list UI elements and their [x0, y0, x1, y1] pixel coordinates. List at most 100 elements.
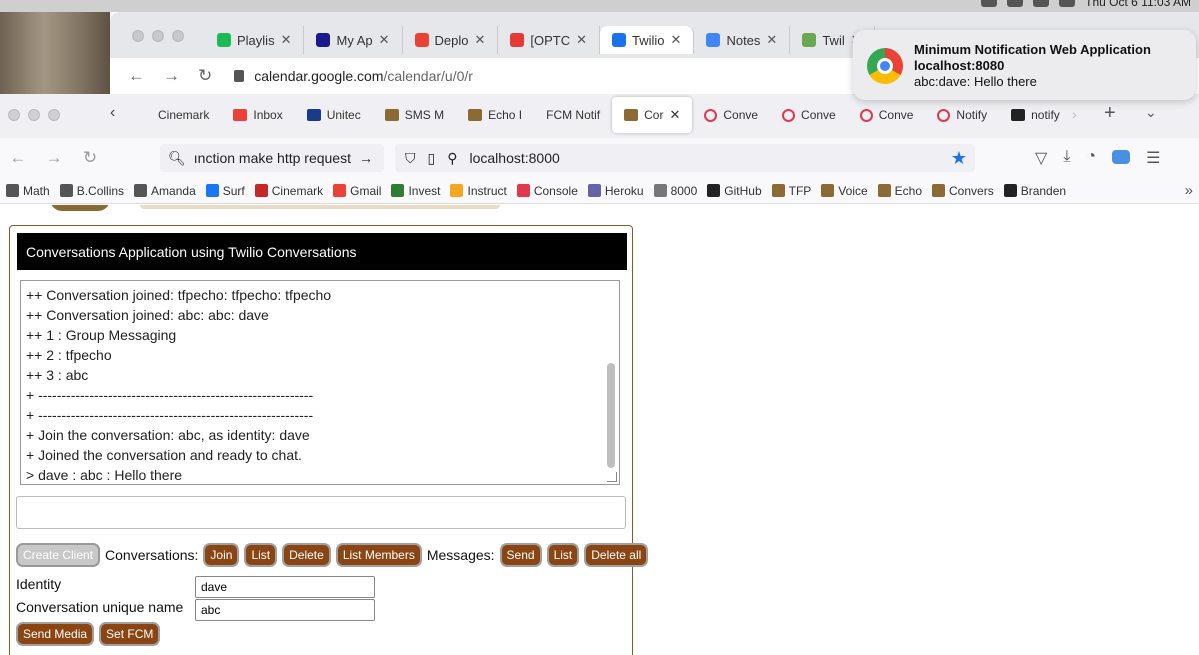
scroll-tabs-left-icon[interactable]: ‹ [110, 104, 115, 122]
firefox-address-bar[interactable]: ⛉ ▯ ⚲ localhost:8000 ★ [395, 144, 975, 172]
bookmark-item[interactable]: Amanda [134, 184, 196, 198]
log-scrollbar[interactable] [607, 363, 615, 468]
message-log-textarea[interactable]: ++ Conversation joined: tfpecho: tfpecho… [20, 280, 620, 485]
bookmark-item[interactable]: B.Collins [59, 184, 124, 198]
list-messages-button[interactable]: List [546, 543, 580, 567]
battery-icon[interactable] [1033, 0, 1050, 7]
bookmark-favicon-icon [134, 184, 148, 197]
bookmark-item[interactable]: Math [6, 184, 50, 198]
bookmark-favicon-icon [333, 184, 347, 197]
spotlight-search-icon[interactable] [1059, 0, 1076, 7]
zoom-window-button[interactable] [48, 109, 60, 121]
bookmark-item[interactable]: Heroku [587, 184, 644, 198]
firefox-tab[interactable]: FCM Notif [534, 97, 612, 133]
list-all-tabs-chevron-icon[interactable]: ⌄ [1145, 104, 1157, 121]
downloads-icon[interactable]: ⤓ [1063, 148, 1070, 168]
close-tab-icon[interactable]: ✕ [766, 32, 777, 48]
page-info-icon[interactable]: ▯ [428, 150, 436, 167]
chrome-notification[interactable]: Minimum Notification Web Application loc… [853, 30, 1196, 100]
close-window-button[interactable] [8, 109, 20, 121]
close-tab-icon[interactable]: ✕ [576, 32, 587, 48]
bookmark-item[interactable]: Gmail [333, 184, 381, 198]
firefox-tab[interactable]: Inbox [221, 97, 294, 133]
pocket-icon[interactable]: ▽ [1035, 148, 1047, 168]
firefox-tab[interactable]: Notify [925, 97, 999, 133]
tab-label: My Ap [336, 32, 373, 48]
close-tab-icon[interactable]: ✕ [474, 32, 485, 48]
send-media-button[interactable]: Send Media [16, 622, 95, 646]
bookmark-item[interactable]: Console [516, 184, 578, 198]
join-button[interactable]: Join [203, 543, 240, 567]
zoom-window-button[interactable] [172, 30, 184, 42]
chrome-tab[interactable]: My Ap ✕ [304, 26, 403, 54]
chrome-tab[interactable]: Playlis ✕ [205, 26, 305, 54]
zoom-extension-icon[interactable] [1112, 150, 1131, 164]
back-arrow-icon[interactable]: ← [0, 148, 36, 168]
close-tab-icon[interactable]: ✕ [669, 107, 680, 123]
reload-icon[interactable]: ↻ [72, 148, 108, 168]
search-icon: 🔍︎ [168, 149, 186, 166]
tracking-protection-shield-icon[interactable]: ⛉ [405, 150, 416, 167]
permissions-icon[interactable]: ⚲ [447, 150, 457, 167]
bookmark-item[interactable]: Surf [205, 184, 245, 198]
bookmark-item[interactable]: Convers [932, 184, 994, 198]
bookmark-item[interactable]: Invest [391, 184, 440, 198]
account-sync-icon[interactable]: ◔ [1086, 148, 1096, 168]
firefox-tab[interactable]: Conve [848, 97, 926, 133]
scroll-tabs-right-icon[interactable]: › [1072, 106, 1077, 122]
chrome-tab[interactable]: Notes ✕ [694, 26, 791, 54]
list-members-button[interactable]: List Members [335, 543, 422, 567]
bookmark-star-icon[interactable]: ★ [951, 148, 967, 169]
conversation-name-input[interactable] [195, 599, 375, 621]
firefox-tab[interactable]: SMS M [373, 97, 456, 133]
search-history-pill[interactable]: 🔍︎ ınction make http request → [160, 144, 384, 172]
bookmark-item[interactable]: Echo [877, 184, 922, 198]
close-tab-icon[interactable]: ✕ [379, 32, 390, 48]
reload-icon[interactable]: ↻ [198, 66, 212, 86]
bookmark-item[interactable]: TFP [771, 184, 811, 198]
firefox-tab[interactable]: Echo I [456, 97, 534, 133]
hamburger-menu-icon[interactable]: ☰ [1146, 148, 1160, 168]
chrome-tab[interactable]: Deplo ✕ [403, 26, 499, 54]
forward-arrow-icon[interactable]: → [163, 66, 180, 86]
close-tab-icon[interactable]: ✕ [281, 32, 292, 48]
minimize-window-button[interactable] [28, 109, 40, 121]
delete-all-button[interactable]: Delete all [584, 543, 649, 567]
bookmark-item[interactable]: Voice [821, 184, 868, 198]
message-input[interactable] [16, 496, 626, 529]
firefox-tab[interactable]: Cinemark [146, 97, 221, 133]
bookmark-item[interactable]: 8000 [653, 184, 697, 198]
close-window-button[interactable] [132, 30, 144, 42]
bookmark-item[interactable]: Instruct [450, 184, 507, 198]
minimize-window-button[interactable] [152, 30, 164, 42]
chrome-tab[interactable]: Twilio ✕ [600, 26, 695, 54]
forward-arrow-icon[interactable]: → [36, 148, 72, 168]
close-tab-icon[interactable]: ✕ [671, 32, 682, 48]
firefox-tab[interactable]: notify [999, 97, 1072, 133]
create-client-button[interactable]: Create Client [16, 543, 101, 567]
firefox-tab[interactable]: Cor ✕ [612, 97, 693, 133]
send-button[interactable]: Send [499, 543, 542, 567]
chrome-address-bar[interactable]: calendar.google.com/calendar/u/0/r [254, 68, 473, 84]
firefox-tab[interactable]: Unitec [295, 97, 373, 133]
list-conversations-button[interactable]: List [244, 543, 278, 567]
log-line: + --------------------------------------… [26, 407, 314, 423]
set-fcm-button[interactable]: Set FCM [99, 622, 161, 646]
bookmark-item[interactable]: GitHub [707, 184, 762, 198]
bookmark-item[interactable]: Branden [1003, 184, 1066, 198]
textarea-resize-handle[interactable] [607, 472, 617, 482]
identity-input[interactable] [195, 576, 375, 598]
go-arrow-icon[interactable]: → [359, 150, 373, 166]
more-bookmarks-chevron-icon[interactable]: » [1185, 182, 1193, 199]
wifi-icon[interactable] [1007, 0, 1024, 7]
status-icon[interactable] [981, 0, 998, 7]
chrome-tab[interactable]: [OPTC ✕ [498, 26, 601, 54]
menubar-clock[interactable]: Thu Oct 6 11:03 AM [1085, 0, 1191, 9]
back-arrow-icon[interactable]: ← [128, 66, 145, 86]
delete-conversation-button[interactable]: Delete [282, 543, 331, 567]
firefox-tab[interactable]: Conve [770, 97, 848, 133]
firefox-tab[interactable]: Conve [692, 97, 770, 133]
new-tab-plus-icon[interactable]: + [1104, 102, 1116, 125]
bookmark-item[interactable]: Cinemark [254, 184, 323, 198]
lock-icon[interactable] [234, 70, 245, 82]
